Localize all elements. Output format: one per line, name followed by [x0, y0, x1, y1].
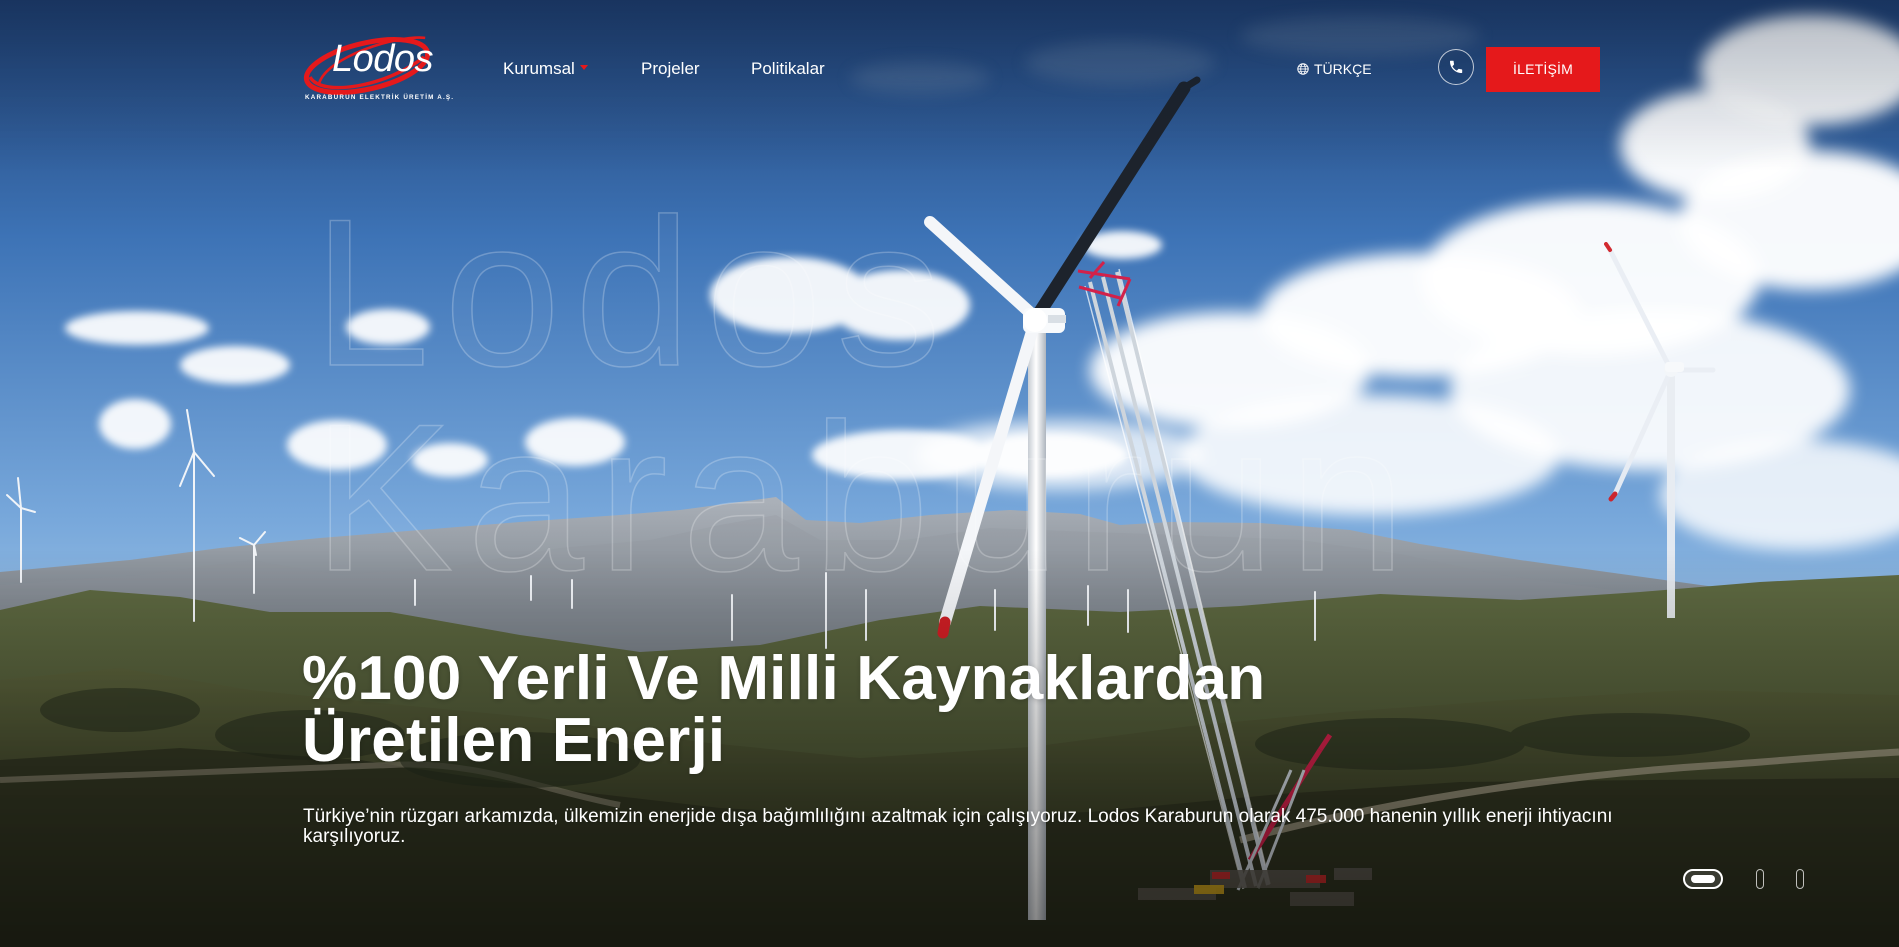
slider-dot-3[interactable]: [1796, 869, 1804, 889]
slider-dot-2[interactable]: [1756, 869, 1764, 889]
language-selector[interactable]: TÜRKÇE: [1297, 59, 1372, 79]
language-label: TÜRKÇE: [1314, 61, 1372, 77]
globe-icon: [1297, 63, 1309, 75]
hero-title: %100 Yerli Ve Milli Kaynaklardan Üretile…: [302, 644, 1266, 775]
hero-section: Lodos Karaburun Lodos KARABURUN ELEKTRİK…: [0, 0, 1899, 947]
phone-button[interactable]: [1438, 49, 1474, 85]
site-header: Lodos KARABURUN ELEKTRİK ÜRETİM A.Ş. Kur…: [0, 0, 1899, 120]
slider-pagination: [1683, 867, 1804, 891]
dropdown-caret-icon: [579, 65, 588, 70]
phone-icon: [1450, 60, 1463, 73]
logo-text: Lodos: [332, 38, 434, 80]
nav-label-politikalar: Politikalar: [751, 59, 825, 78]
nav-label-projeler: Projeler: [641, 59, 700, 78]
nav-item-politikalar[interactable]: Politikalar: [751, 57, 825, 81]
hero-content: %100 Yerli Ve Milli Kaynaklardan Üretile…: [302, 648, 1642, 847]
slider-dot-1-active[interactable]: [1683, 869, 1723, 889]
contact-button[interactable]: İLETİŞİM: [1486, 47, 1600, 92]
hero-description: Türkiye’nin rüzgarı arkamızda, ülkemizin…: [303, 806, 1613, 847]
nav-item-kurumsal[interactable]: Kurumsal: [503, 57, 588, 81]
nav-item-projeler[interactable]: Projeler: [641, 57, 700, 81]
site-logo-link[interactable]: Lodos KARABURUN ELEKTRİK ÜRETİM A.Ş.: [300, 32, 470, 104]
nav-label-kurumsal: Kurumsal: [503, 59, 575, 78]
logo-subtitle: KARABURUN ELEKTRİK ÜRETİM A.Ş.: [305, 94, 455, 101]
